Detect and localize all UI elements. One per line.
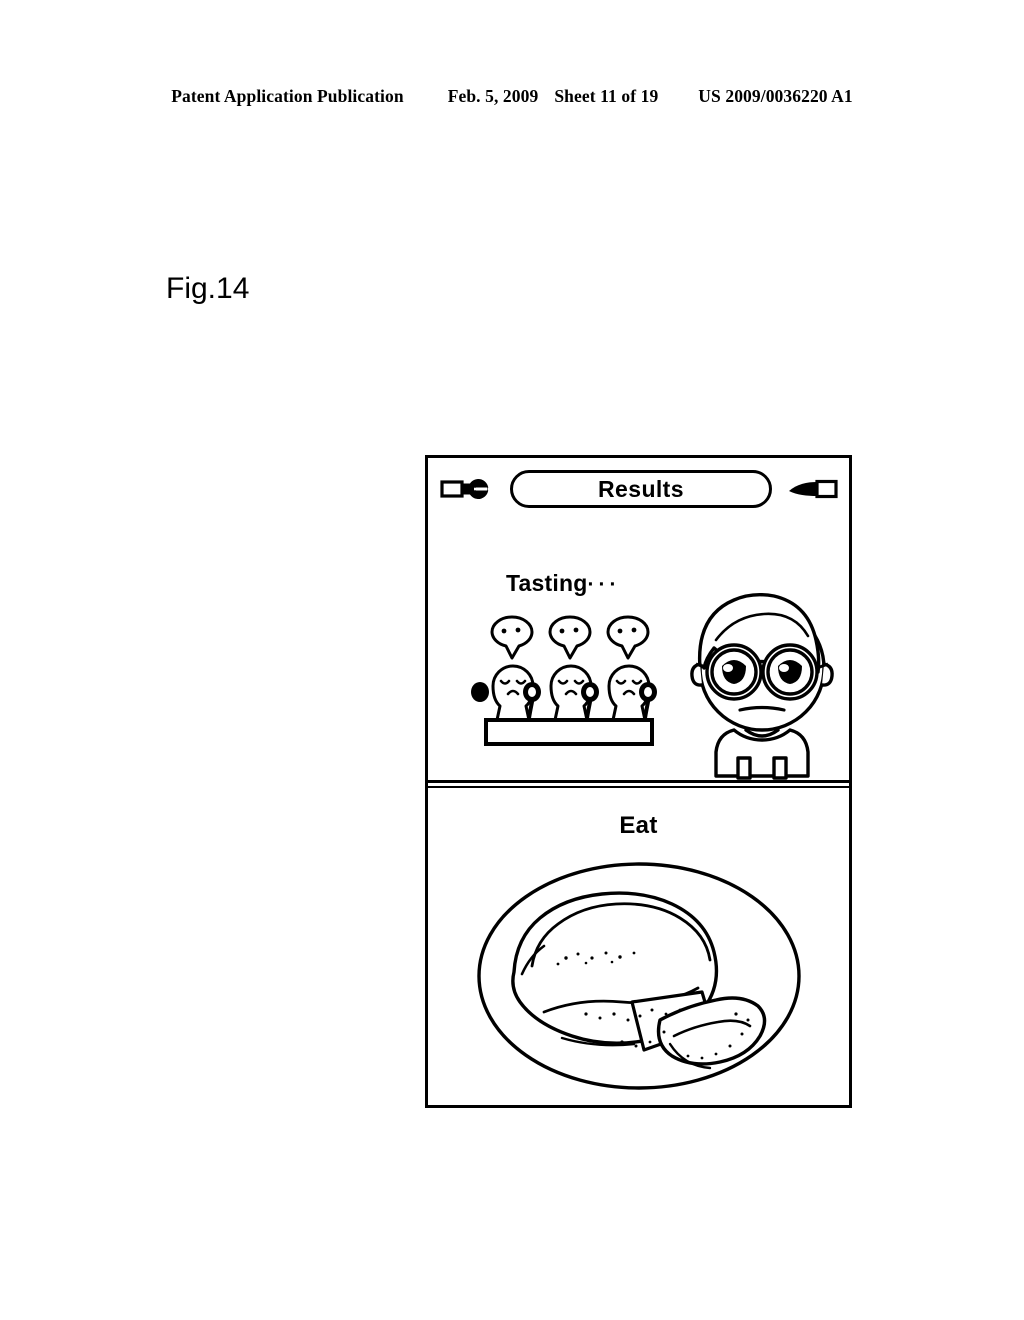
pie-on-plate-illustration[interactable]: [474, 854, 804, 1094]
avatar-leg-right: [772, 756, 788, 780]
top-screen: Results Tasting···: [428, 458, 849, 783]
tasting-ellipsis: ···: [587, 573, 621, 596]
fork-icon[interactable]: [440, 476, 492, 502]
judges-group: [471, 615, 662, 751]
dual-screen-device: Results Tasting··· Eat: [425, 455, 852, 1108]
screen-title-pill: Results: [510, 470, 772, 508]
tasting-status-label: Tasting···: [506, 570, 620, 597]
patent-page-header: Patent Application Publication Feb. 5, 2…: [0, 86, 1024, 116]
header-date: Feb. 5, 2009: [447, 86, 539, 106]
tasting-status-text: Tasting: [506, 570, 588, 596]
figure-label: Fig.14: [166, 272, 250, 305]
header-document-number: US 2009/0036220 A1: [698, 86, 853, 106]
header-sheet: Sheet 11 of 19: [554, 86, 659, 106]
speech-bubble-3: [606, 615, 650, 660]
header-publication: Patent Application Publication: [171, 86, 404, 106]
top-screen-toolbar: Results: [428, 458, 849, 520]
eat-action-label: Eat: [619, 812, 658, 839]
speech-bubble-1: [490, 615, 534, 660]
judge-table: [484, 718, 654, 746]
screen-title-text: Results: [598, 475, 684, 502]
bottom-screen: Eat: [428, 786, 849, 1105]
knife-icon[interactable]: [787, 476, 839, 502]
player-avatar: [676, 580, 848, 780]
avatar-leg-left: [736, 756, 752, 780]
speech-bubble-2: [548, 615, 592, 660]
